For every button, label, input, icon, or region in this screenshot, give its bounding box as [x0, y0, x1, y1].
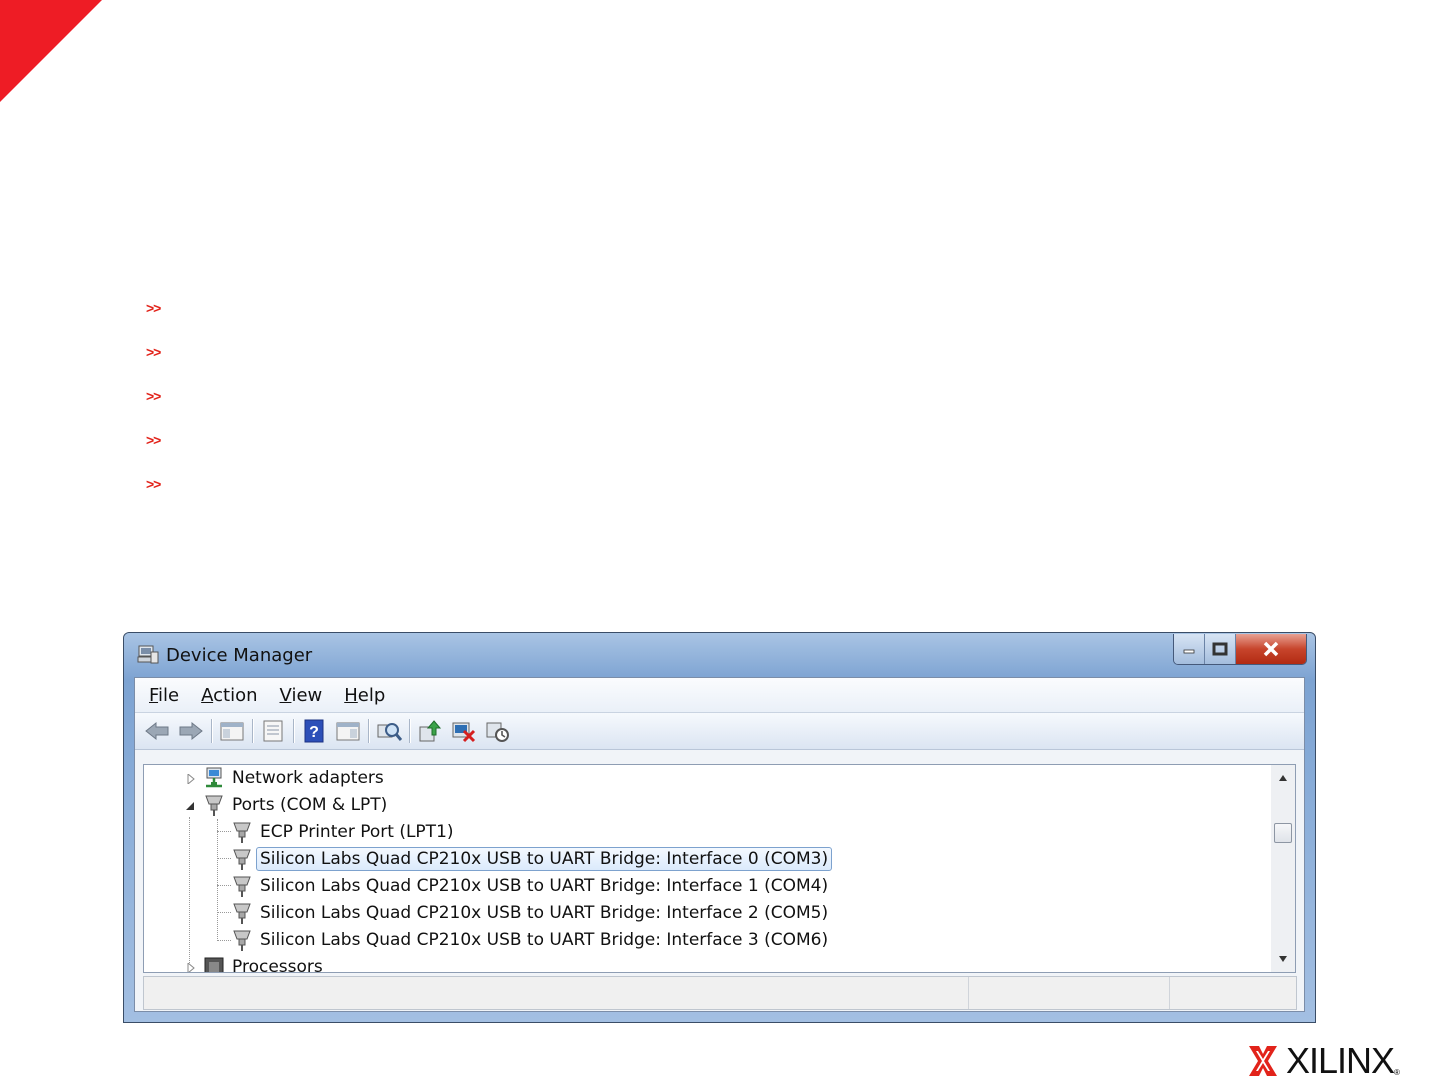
tree-item-label: Silicon Labs Quad CP210x USB to UART Bri… — [260, 903, 829, 923]
vertical-scrollbar[interactable] — [1271, 764, 1296, 973]
bullet-marker: >> — [146, 432, 161, 448]
status-cell — [144, 977, 969, 1009]
device-tree: Network adapters Ports (COM & LPT) ECP P… — [143, 764, 1273, 973]
tree-item-cp210x-interface-2[interactable]: Silicon Labs Quad CP210x USB to UART Bri… — [230, 900, 828, 926]
uninstall-button[interactable] — [450, 717, 478, 745]
window-controls — [1173, 634, 1307, 665]
tree-item-label: Silicon Labs Quad CP210x USB to UART Bri… — [260, 876, 829, 896]
scan-hardware-button[interactable] — [375, 717, 403, 745]
properties-icon — [263, 720, 283, 742]
port-icon — [233, 876, 251, 897]
menu-file[interactable]: File — [149, 685, 179, 706]
update-driver-icon — [419, 720, 442, 742]
red-corner-accent — [0, 0, 102, 102]
bullet-marker: >> — [146, 344, 161, 360]
collapse-icon[interactable] — [185, 801, 195, 811]
tree-item-label: Network adapters — [232, 768, 384, 788]
registered-mark: ® — [1394, 1067, 1400, 1077]
help-button[interactable]: ? — [300, 717, 328, 745]
tree-item-label: ECP Printer Port (LPT1) — [260, 822, 454, 842]
properties-button[interactable] — [259, 717, 287, 745]
tree-item-label: Ports (COM & LPT) — [232, 795, 388, 815]
tree-item-label: Processors — [232, 957, 323, 973]
port-icon — [205, 795, 223, 816]
menu-bar: File Action View Help — [135, 678, 1304, 713]
window-client-area: File Action View Help ? Network adapters… — [134, 677, 1305, 1012]
action-pane-button[interactable] — [334, 717, 362, 745]
device-manager-window: Device Manager File Action View Help ? N… — [123, 632, 1316, 1023]
status-cell — [1170, 977, 1296, 1009]
tree-item-cp210x-interface-0[interactable]: Silicon Labs Quad CP210x USB to UART Bri… — [230, 846, 833, 872]
scroll-thumb[interactable] — [1274, 823, 1292, 843]
maximize-button[interactable] — [1205, 634, 1236, 664]
tree-item-ecp-printer-port[interactable]: ECP Printer Port (LPT1) — [230, 819, 454, 845]
port-icon — [233, 930, 251, 951]
toolbar-separator — [293, 719, 294, 743]
minimize-button[interactable] — [1174, 634, 1205, 664]
svg-text:?: ? — [309, 724, 319, 741]
tree-item-cp210x-interface-1[interactable]: Silicon Labs Quad CP210x USB to UART Bri… — [230, 873, 828, 899]
menu-help[interactable]: Help — [344, 685, 385, 706]
bullet-marker: >> — [146, 300, 161, 316]
close-button[interactable] — [1236, 634, 1306, 664]
back-button[interactable] — [143, 717, 171, 745]
processor-icon — [204, 957, 224, 972]
scroll-down-icon[interactable] — [1279, 956, 1287, 962]
tree-item-processors[interactable]: Processors — [202, 954, 323, 973]
expand-icon[interactable] — [186, 963, 196, 973]
disable-device-button[interactable] — [484, 717, 512, 745]
status-bar — [143, 976, 1297, 1010]
network-adapter-icon — [206, 767, 222, 788]
console-tree-button[interactable] — [218, 717, 246, 745]
bullet-marker: >> — [146, 388, 161, 404]
scroll-up-icon[interactable] — [1279, 775, 1287, 781]
forward-icon — [179, 721, 203, 741]
toolbar-separator — [252, 719, 253, 743]
port-icon — [233, 822, 251, 843]
toolbar-separator — [368, 719, 369, 743]
tree-item-label: Silicon Labs Quad CP210x USB to UART Bri… — [260, 930, 829, 950]
close-icon — [1263, 641, 1279, 657]
toolbar: ? — [135, 713, 1304, 750]
bullet-list: >> >> >> >> >> — [146, 300, 161, 520]
disable-device-icon — [486, 722, 509, 742]
minimize-icon — [1183, 649, 1195, 654]
port-icon — [233, 903, 251, 924]
tree-item-network-adapters[interactable]: Network adapters — [202, 765, 384, 791]
bullet-marker: >> — [146, 476, 161, 492]
back-icon — [145, 721, 169, 741]
port-icon — [233, 849, 251, 870]
update-driver-button[interactable] — [416, 717, 444, 745]
show-hide-console-tree-icon — [220, 722, 244, 741]
menu-action[interactable]: Action — [201, 685, 257, 706]
toolbar-separator — [409, 719, 410, 743]
xilinx-logo: XILINX ® — [1248, 1040, 1400, 1082]
forward-button[interactable] — [177, 717, 205, 745]
status-cell — [969, 977, 1170, 1009]
tree-item-ports[interactable]: Ports (COM & LPT) — [202, 792, 387, 818]
device-manager-icon — [137, 645, 159, 664]
action-pane-icon — [336, 722, 360, 741]
menu-view[interactable]: View — [280, 685, 323, 706]
toolbar-separator — [211, 719, 212, 743]
tree-item-cp210x-interface-3[interactable]: Silicon Labs Quad CP210x USB to UART Bri… — [230, 927, 828, 953]
logo-text: XILINX — [1286, 1040, 1395, 1081]
window-title: Device Manager — [166, 645, 313, 666]
scan-hardware-icon — [377, 723, 402, 741]
xilinx-mark-icon — [1249, 1046, 1277, 1076]
expand-icon[interactable] — [186, 774, 196, 784]
maximize-icon — [1212, 642, 1228, 656]
uninstall-icon — [452, 722, 476, 743]
help-icon: ? — [304, 719, 324, 743]
tree-item-label: Silicon Labs Quad CP210x USB to UART Bri… — [256, 847, 833, 871]
